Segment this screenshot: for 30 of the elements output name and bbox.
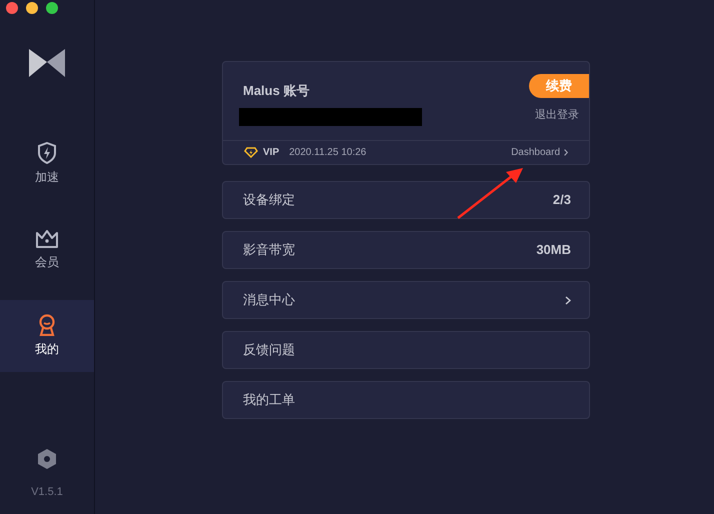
menu-label: 我的工单 — [243, 391, 295, 410]
settings-icon[interactable] — [37, 448, 57, 470]
menu-row[interactable]: 设备绑定 2/3 — [222, 181, 590, 219]
menu-label: 消息中心 — [243, 291, 295, 310]
menu-row[interactable]: 反馈问题 — [222, 331, 590, 369]
menu-row[interactable]: 我的工单 — [222, 381, 590, 419]
menu-label: 设备绑定 — [243, 191, 295, 210]
sidebar-item[interactable]: 我的 — [0, 300, 94, 372]
dashboard-link[interactable]: Dashboard — [511, 145, 560, 160]
menu-label: 影音带宽 — [243, 241, 295, 260]
logout-link[interactable]: 退出登录 — [535, 107, 579, 124]
user-icon — [37, 314, 57, 336]
sidebar-item[interactable]: 会员 — [0, 214, 94, 286]
menu-label: 反馈问题 — [243, 341, 295, 360]
account-title: Malus 账号 — [243, 82, 310, 100]
vip-label: VIP — [263, 146, 280, 160]
logo-icon — [28, 48, 66, 78]
menu-value: 2/3 — [552, 191, 571, 210]
menu-row[interactable]: 影音带宽 30MB — [222, 231, 590, 269]
chevron-icon — [565, 296, 571, 304]
crown-icon — [35, 229, 59, 249]
menu-value: 30MB — [536, 241, 571, 260]
version-text: V1.5.1 — [31, 484, 63, 500]
chevron-icon — [564, 149, 568, 156]
arrow-annotation — [456, 166, 524, 220]
sidebar-item[interactable]: 加速 — [0, 128, 94, 200]
vip-expiry: 2020.11.25 10:26 — [289, 146, 366, 160]
menu-row[interactable]: 消息中心 — [222, 281, 590, 319]
shield-bolt-icon — [37, 142, 57, 164]
diamond-icon — [244, 147, 258, 158]
